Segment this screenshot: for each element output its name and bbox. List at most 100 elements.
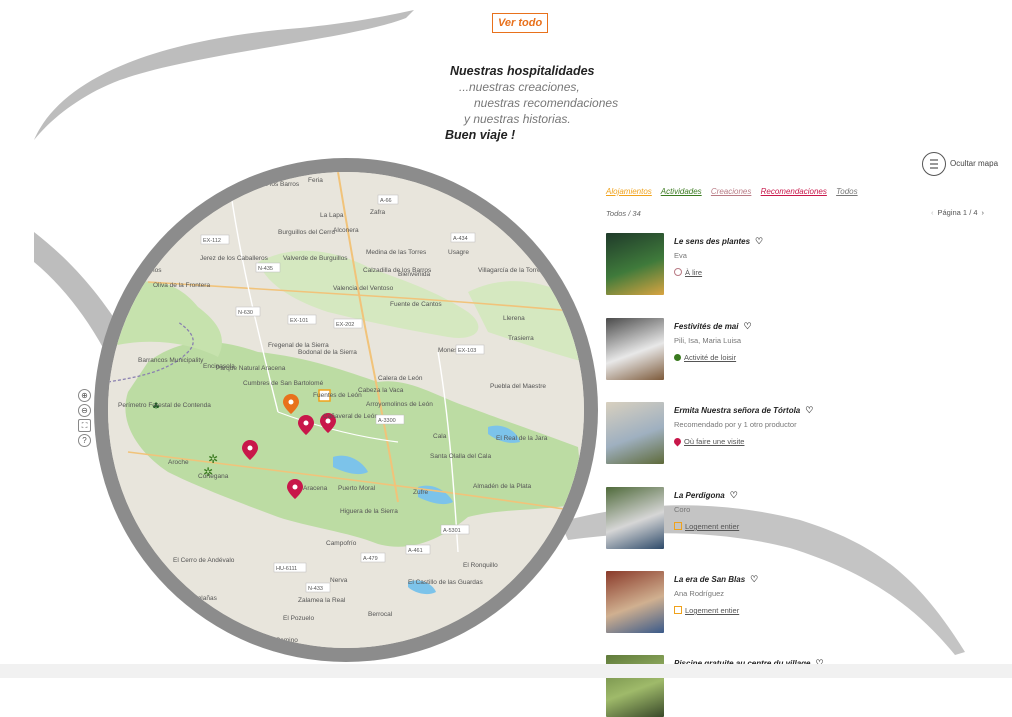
- card-title-text[interactable]: Le sens des plantes: [674, 237, 750, 246]
- map-place-label: Barrancos Municipality: [138, 357, 204, 364]
- card-title-text[interactable]: La era de San Blas: [674, 575, 745, 584]
- card-title-text[interactable]: Festivités de mai: [674, 322, 738, 331]
- card-title-text[interactable]: Ermita Nuestra señora de Tórtola: [674, 406, 800, 415]
- list-toggle-icon[interactable]: [922, 152, 946, 176]
- map-place-label: Nerva: [330, 577, 348, 584]
- map-place-label: Oliva de la Frontera: [153, 282, 210, 289]
- hide-map-button[interactable]: Ocultar mapa: [950, 159, 998, 168]
- intro-line: y nuestras historias.: [464, 112, 571, 126]
- road-label: EX-101: [290, 318, 308, 324]
- activity-icon: [674, 354, 681, 361]
- card-title[interactable]: La era de San Blas ♡: [674, 574, 758, 585]
- intro-signoff: Buen viaje !: [445, 128, 516, 142]
- card-type: Logement entier: [674, 600, 739, 618]
- map-place-label: Fregenal de la Sierra: [268, 342, 329, 349]
- map-place-label: El Ronquillo: [463, 562, 498, 569]
- card-thumbnail[interactable]: [606, 402, 664, 464]
- map-place-label: El Pozuelo: [283, 615, 314, 622]
- road-label: N-433: [308, 586, 323, 592]
- favorite-heart-icon[interactable]: ♡: [743, 321, 751, 331]
- map-canvas[interactable]: ✲ ✲ ♣ Salvatierra de los BarrosFeriaLa L…: [108, 172, 584, 648]
- book-icon: [674, 268, 682, 276]
- card-title[interactable]: Le sens des plantes ♡: [674, 236, 763, 247]
- map-place-label: Calera de León: [378, 375, 423, 382]
- card-title[interactable]: Festivités de mai ♡: [674, 321, 752, 332]
- fullscreen-icon[interactable]: ⛶: [78, 419, 91, 432]
- page-indicator: Página 1 / 4: [937, 208, 978, 217]
- intro-line: ...nuestras creaciones,: [459, 80, 580, 94]
- card-type-link[interactable]: Logement entier: [685, 606, 739, 615]
- ver-todo-button[interactable]: Ver todo: [492, 13, 549, 33]
- map-place-label: Zufre: [413, 489, 429, 496]
- map-place-label: Parque Natural Aracena: [216, 365, 286, 372]
- zoom-out-icon[interactable]: ⊖: [78, 404, 91, 417]
- filter-creaciones[interactable]: Creaciones: [711, 187, 751, 196]
- card-thumbnail[interactable]: [606, 318, 664, 380]
- map-marker[interactable]: ✲: [208, 452, 218, 466]
- map-place-label: Bodonal de la Sierra: [298, 349, 357, 356]
- card-producer: Pili, Isa, Maria Luisa: [674, 336, 742, 345]
- road-label: A-434: [453, 236, 468, 242]
- road-label: A-479: [363, 556, 378, 562]
- map-place-label: Cañaveral de León: [323, 413, 378, 420]
- map-place-label: Alconera: [333, 227, 359, 234]
- card-thumbnail[interactable]: [606, 233, 664, 295]
- road-label: EX-103: [458, 348, 476, 354]
- card-title[interactable]: Ermita Nuestra señora de Tórtola ♡: [674, 405, 813, 416]
- card-type-link[interactable]: Activité de loisir: [684, 353, 736, 362]
- filter-todos[interactable]: Todos: [836, 187, 858, 196]
- card-thumbnail[interactable]: [606, 487, 664, 549]
- map-place-label: Cortegana: [198, 473, 229, 480]
- map-place-label: Villagarcía de la Torre: [478, 267, 541, 274]
- card-thumbnail[interactable]: [606, 571, 664, 633]
- map-place-label: Puerto Moral: [338, 485, 376, 492]
- map-place-label: Perímetro Forestal de Contenda: [118, 402, 211, 409]
- road-label: HU-6111: [276, 566, 297, 572]
- filter-actividades[interactable]: Actividades: [661, 187, 702, 196]
- map-place-label: Zafra: [370, 209, 386, 216]
- card-title-text[interactable]: La Perdigona: [674, 491, 725, 500]
- favorite-heart-icon[interactable]: ♡: [730, 490, 738, 500]
- map-place-label: Usagre: [448, 249, 469, 256]
- map-place-label: El Castillo de las Guardas: [408, 579, 484, 586]
- road-label: A-461: [408, 548, 423, 554]
- card-type-link[interactable]: À lire: [685, 268, 702, 277]
- intro-line: nuestras recomendaciones: [474, 96, 619, 110]
- zoom-in-icon[interactable]: ⊕: [78, 389, 91, 402]
- road-label: EX-202: [336, 322, 354, 328]
- map-place-label: Aracena: [303, 485, 328, 492]
- next-page-icon[interactable]: ›: [982, 208, 985, 217]
- road-label: A-66: [380, 198, 392, 204]
- map-place-label: Higuera de la Sierra: [340, 508, 398, 515]
- map-place-label: Cumbres de San Bartolomé: [243, 380, 324, 387]
- info-icon[interactable]: ?: [78, 434, 91, 447]
- map-place-label: Fuentes de León: [313, 392, 362, 399]
- map-place-label: La Lapa: [320, 212, 344, 219]
- card-title[interactable]: La Perdigona ♡: [674, 490, 738, 501]
- favorite-heart-icon[interactable]: ♡: [805, 405, 813, 415]
- map-place-label: Feria: [308, 177, 323, 184]
- road-label: N-435: [258, 266, 273, 272]
- category-filters: Alojamientos Actividades Creaciones Reco…: [606, 187, 865, 196]
- road-label: A-3300: [378, 418, 396, 424]
- map-place-label: Valverde de Burguillos: [283, 255, 348, 262]
- card-type-link[interactable]: Où faire une visite: [684, 437, 744, 446]
- bottom-bar: [0, 664, 1012, 678]
- filter-alojamientos[interactable]: Alojamientos: [606, 187, 652, 196]
- results-count: Todos / 34: [606, 209, 641, 218]
- favorite-heart-icon[interactable]: ♡: [750, 574, 758, 584]
- road-label: A-5301: [443, 528, 461, 534]
- map-place-label: Berrocal: [368, 611, 393, 618]
- prev-page-icon[interactable]: ‹: [931, 208, 934, 217]
- map-place-label: Puebla del Maestre: [490, 383, 546, 390]
- lodging-icon: [674, 522, 682, 530]
- card-type-link[interactable]: Logement entier: [685, 522, 739, 531]
- card-producer: Recomendado por y 1 otro productor: [674, 420, 797, 429]
- favorite-heart-icon[interactable]: ♡: [755, 236, 763, 246]
- card-producer: Coro: [674, 505, 691, 514]
- map-place-label: El Real de la Jara: [496, 435, 548, 442]
- map-view[interactable]: ✲ ✲ ♣ Salvatierra de los BarrosFeriaLa L…: [108, 172, 584, 648]
- filter-recomendaciones[interactable]: Recomendaciones: [761, 187, 827, 196]
- map-place-label: Arroyomolinos de León: [366, 401, 433, 408]
- card-producer: Ana Rodríguez: [674, 589, 725, 598]
